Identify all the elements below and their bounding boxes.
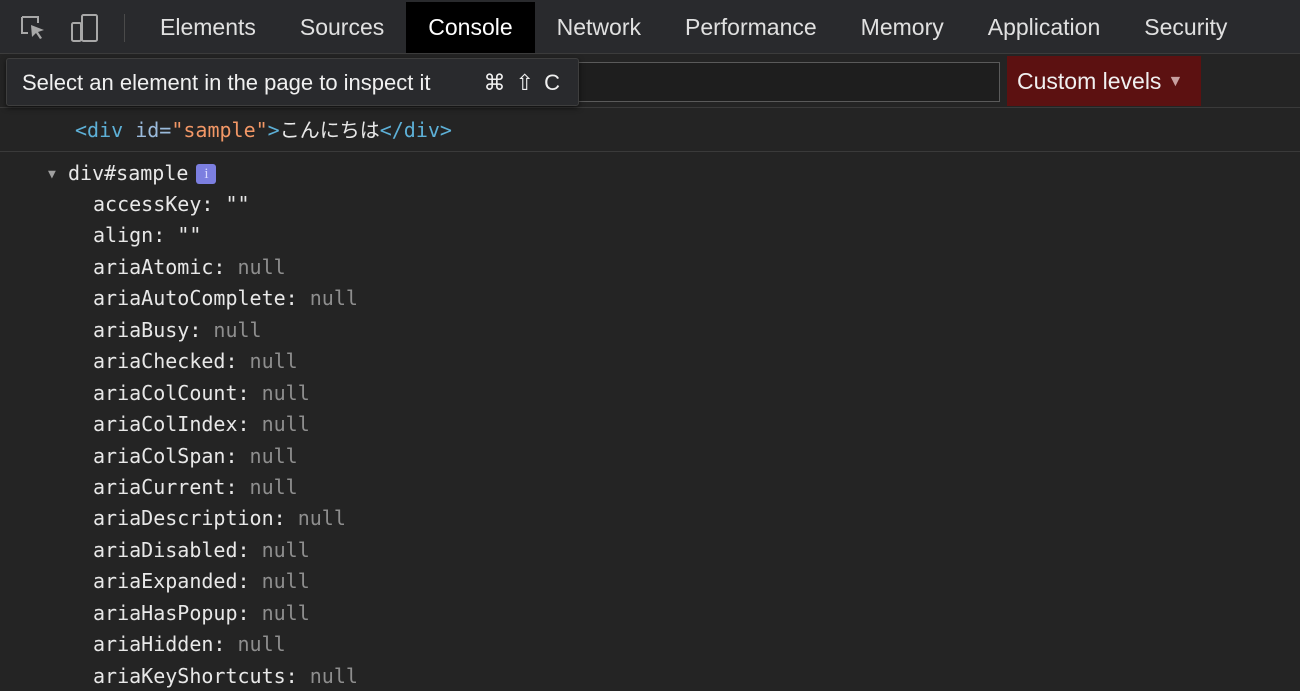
property-value: null: [261, 380, 310, 405]
property-key: accessKey: [93, 192, 202, 216]
property-colon: :: [285, 286, 310, 311]
property-key: align: [93, 223, 154, 248]
tab-memory[interactable]: Memory: [839, 2, 966, 53]
property-value: null: [309, 663, 358, 688]
tab-performance[interactable]: Performance: [663, 2, 839, 53]
open-tag: <div: [75, 118, 124, 142]
dropdown-arrow-icon: ▼: [1167, 73, 1184, 90]
property-value: null: [213, 317, 262, 342]
property-colon: :: [285, 663, 310, 688]
property-row[interactable]: ariaCurrent: null: [93, 472, 358, 503]
tab-application[interactable]: Application: [966, 2, 1123, 53]
property-row[interactable]: accessKey: "": [93, 189, 358, 220]
property-row[interactable]: ariaColIndex: null: [93, 409, 358, 440]
element-text: こんにちは: [279, 118, 380, 142]
property-value: null: [261, 537, 310, 562]
property-value: "": [225, 192, 250, 216]
log-levels-dropdown[interactable]: Custom levels ▼: [1007, 56, 1201, 106]
property-colon: :: [237, 600, 262, 625]
property-value: "": [177, 223, 202, 248]
property-value: null: [261, 600, 310, 625]
devtools-tabbar: Elements Sources Console Network Perform…: [0, 0, 1300, 54]
property-key: ariaHidden: [93, 632, 214, 657]
object-tree-header[interactable]: ▼ div#sample i: [48, 158, 217, 190]
attribute-value: "sample": [171, 118, 268, 142]
property-colon: :: [237, 537, 262, 562]
toolbar-separator: [124, 14, 125, 42]
property-row[interactable]: ariaExpanded: null: [93, 566, 358, 597]
property-row[interactable]: ariaChecked: null: [93, 346, 358, 377]
property-value: null: [297, 506, 346, 531]
property-colon: :: [237, 569, 262, 594]
devtools-window: Elements Sources Console Network Perform…: [0, 0, 1300, 691]
property-key: ariaDisabled: [93, 537, 238, 562]
property-key: ariaKeyShortcuts: [93, 663, 286, 688]
property-value: null: [261, 412, 310, 437]
property-colon: :: [225, 443, 250, 468]
property-row[interactable]: ariaDescription: null: [93, 503, 358, 534]
expand-triangle-icon[interactable]: ▼: [48, 159, 68, 190]
property-row[interactable]: ariaAutoComplete: null: [93, 283, 358, 314]
property-colon: :: [189, 317, 214, 342]
property-colon: :: [237, 380, 262, 405]
property-key: ariaColSpan: [93, 443, 226, 468]
property-key: ariaCurrent: [93, 474, 226, 499]
property-key: ariaHasPopup: [93, 600, 238, 625]
property-value: null: [261, 569, 310, 594]
property-row[interactable]: ariaHasPopup: null: [93, 598, 358, 629]
property-key: ariaAtomic: [93, 254, 214, 279]
tab-console[interactable]: Console: [406, 2, 535, 53]
property-colon: :: [225, 474, 250, 499]
property-colon: :: [213, 254, 238, 279]
property-value: null: [237, 254, 286, 279]
tab-network[interactable]: Network: [535, 2, 663, 53]
property-colon: :: [153, 223, 178, 248]
tab-elements[interactable]: Elements: [138, 2, 278, 53]
property-colon: :: [237, 412, 262, 437]
property-row[interactable]: ariaAtomic: null: [93, 252, 358, 283]
property-colon: :: [213, 632, 238, 657]
inspect-element-icon[interactable]: [18, 13, 48, 43]
property-key: ariaColIndex: [93, 412, 238, 437]
property-row[interactable]: align: "": [93, 220, 358, 251]
property-row[interactable]: ariaBusy: null: [93, 315, 358, 346]
property-key: ariaExpanded: [93, 569, 238, 594]
property-value: null: [237, 632, 286, 657]
property-value: null: [249, 443, 298, 468]
attribute-name: id=: [123, 118, 172, 142]
info-icon[interactable]: i: [196, 164, 217, 184]
property-row[interactable]: ariaHidden: null: [93, 629, 358, 660]
property-key: ariaChecked: [93, 349, 226, 374]
open-tag-end: >: [267, 118, 280, 142]
property-key: ariaDescription: [93, 506, 274, 531]
property-key: ariaBusy: [93, 317, 190, 342]
device-toolbar-icon[interactable]: [70, 13, 100, 43]
object-label: div#sample: [68, 161, 189, 185]
property-value: null: [249, 349, 298, 374]
panel-tabs: Elements Sources Console Network Perform…: [138, 2, 1249, 53]
html-element-preview[interactable]: <div id="sample">こんにちは</div>: [75, 108, 452, 152]
tab-sources[interactable]: Sources: [278, 2, 406, 53]
inspect-tooltip: Select an element in the page to inspect…: [6, 58, 579, 106]
property-value: null: [249, 474, 298, 499]
log-levels-label: Custom levels: [1017, 68, 1162, 94]
property-list: accessKey: "" align: "" ariaAtomic: null ar…: [93, 189, 358, 691]
property-row[interactable]: ariaKeyShortcuts: null: [93, 661, 358, 691]
property-row[interactable]: ariaDisabled: null: [93, 535, 358, 566]
property-row[interactable]: ariaColSpan: null: [93, 441, 358, 472]
tooltip-shortcut: ⌘ ⇧ C: [483, 70, 562, 95]
property-colon: :: [201, 192, 226, 216]
property-value: null: [309, 286, 358, 311]
console-filter-input[interactable]: [570, 62, 1000, 102]
console-echo-row[interactable]: <div id="sample">こんにちは</div>: [0, 108, 1300, 152]
close-tag: </div>: [379, 118, 452, 142]
property-key: ariaAutoComplete: [93, 286, 286, 311]
property-colon: :: [225, 349, 250, 374]
tooltip-text: Select an element in the page to inspect…: [22, 70, 431, 95]
property-key: ariaColCount: [93, 380, 238, 405]
property-colon: :: [273, 506, 298, 531]
property-row[interactable]: ariaColCount: null: [93, 378, 358, 409]
tab-security[interactable]: Security: [1122, 2, 1249, 53]
